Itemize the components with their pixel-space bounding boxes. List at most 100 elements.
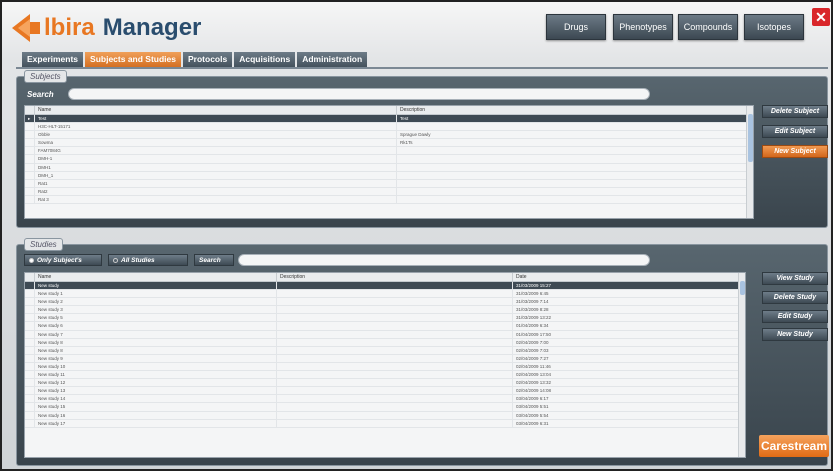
subjects-col-name[interactable]: Name (35, 106, 397, 114)
table-cell (277, 298, 513, 306)
table-row[interactable]: New study 7 01/04/2009 17:50 (25, 330, 745, 339)
tab-experiments[interactable]: Experiments (22, 52, 84, 67)
table-row[interactable]: Obble Sprague Dawly (25, 131, 753, 140)
table-cell: 31/03/2009 6:45 (513, 290, 739, 298)
row-header (25, 298, 35, 306)
table-row[interactable]: New study 8 02/04/2009 7:00 (25, 338, 745, 347)
table-row[interactable]: New study 1 31/03/2009 6:45 (25, 290, 745, 299)
table-cell: Test (35, 115, 397, 123)
subjects-col-description[interactable]: Description (397, 106, 747, 114)
table-row[interactable]: Sowma Rk1Ts (25, 139, 753, 148)
table-row[interactable]: New study 2 31/03/2009 7:14 (25, 298, 745, 307)
table-row[interactable]: H3C-HLT-15171 (25, 123, 753, 132)
table-row[interactable]: New study 11 02/04/2009 13:04 (25, 371, 745, 380)
drugs-button[interactable]: Drugs (546, 14, 606, 40)
table-row[interactable]: New study 17 03/04/2009 6:31 (25, 419, 745, 428)
table-cell: New study 11 (35, 371, 277, 379)
tab-subjects-and-studies[interactable]: Subjects and Studies (85, 52, 181, 67)
table-cell (397, 171, 747, 179)
studies-rows: New study 31/03/2009 15:27 New study 1 31/0… (25, 282, 745, 428)
studies-scroll-thumb[interactable] (740, 281, 745, 295)
table-cell: New study 2 (35, 298, 277, 306)
row-header (25, 187, 35, 195)
compounds-button[interactable]: Compounds (678, 14, 738, 40)
row-header (25, 403, 35, 411)
table-row[interactable]: Rat2 (25, 187, 753, 196)
delete-study-button[interactable]: Delete Study (762, 291, 828, 304)
table-cell: 02/04/2009 11:46 (513, 362, 739, 371)
table-row[interactable]: DMH_1 (25, 171, 753, 180)
table-cell (277, 387, 513, 395)
table-cell (277, 306, 513, 314)
table-row[interactable]: New study 3 31/03/2009 8:28 (25, 306, 745, 315)
table-row[interactable]: DMH-1 (25, 155, 753, 164)
table-row[interactable]: DMH1 (25, 163, 753, 172)
only-subjects-filter[interactable]: Only Subject's (24, 254, 102, 266)
row-header (25, 411, 35, 419)
table-cell: 03/04/2009 6:31 (513, 419, 739, 427)
subjects-scroll-thumb[interactable] (748, 114, 753, 162)
table-cell: New study 10 (35, 362, 277, 371)
table-cell: DMH-1 (35, 155, 397, 163)
table-row[interactable]: FAM7084G (25, 147, 753, 156)
studies-scrollbar[interactable] (738, 273, 745, 457)
table-row[interactable]: ▸ Test Test (25, 115, 753, 124)
table-cell: New study 7 (35, 330, 277, 338)
table-row[interactable]: New study 10 02/04/2009 11:46 (25, 362, 745, 372)
table-cell (277, 282, 513, 290)
table-row[interactable]: New study 16 03/04/2009 5:54 (25, 411, 745, 420)
table-cell (277, 371, 513, 379)
only-subjects-label: Only Subject's (37, 256, 82, 264)
close-icon[interactable]: ✕ (812, 8, 830, 26)
studies-col-name[interactable]: Name (35, 273, 277, 281)
table-row[interactable]: New study 5 31/03/2009 13:22 (25, 314, 745, 323)
table-row[interactable]: New study 13 02/04/2009 14:08 (25, 387, 745, 396)
studies-search-label-text: Search (199, 256, 221, 264)
row-header (25, 171, 35, 179)
row-header (25, 371, 35, 379)
all-studies-filter[interactable]: All Studies (108, 254, 188, 266)
table-row[interactable]: New study 14 03/04/2009 6:17 (25, 395, 745, 404)
studies-col-date[interactable]: Date (513, 273, 739, 281)
table-cell (277, 362, 513, 371)
table-cell (277, 395, 513, 403)
table-row[interactable]: New study 8 02/04/2009 7:03 (25, 346, 745, 355)
table-cell: Obble (35, 131, 397, 139)
isotopes-button[interactable]: Isotopes (744, 14, 804, 40)
view-study-button[interactable]: View Study (762, 272, 828, 285)
studies-grid-header: Name Description Date (25, 273, 745, 282)
table-cell (277, 322, 513, 330)
radio-selected-icon (29, 257, 34, 263)
delete-subject-button[interactable]: Delete Subject (762, 105, 828, 118)
radio-unselected-icon (113, 257, 118, 263)
row-header (25, 290, 35, 298)
studies-col-description[interactable]: Description (277, 273, 513, 281)
edit-study-button[interactable]: Edit Study (762, 310, 828, 323)
table-cell (277, 330, 513, 338)
row-header (25, 314, 35, 322)
table-cell (397, 163, 747, 171)
tab-administration[interactable]: Administration (297, 52, 368, 67)
table-cell: DMH1 (35, 163, 397, 171)
table-row[interactable]: New study 15 03/04/2009 5:51 (25, 403, 745, 412)
edit-subject-button[interactable]: Edit Subject (762, 125, 828, 138)
tab-acquisitions[interactable]: Acquisitions (234, 52, 296, 67)
logo-arrow-icon (8, 11, 42, 45)
new-study-button[interactable]: New Study (762, 328, 828, 341)
phenotypes-button[interactable]: Phenotypes (613, 14, 673, 40)
new-subject-button[interactable]: New Subject (762, 145, 828, 158)
table-row[interactable]: Rat1 (25, 179, 753, 188)
table-row[interactable]: New study 31/03/2009 15:27 (25, 282, 745, 291)
table-row[interactable]: New study 12 02/04/2009 13:32 (25, 379, 745, 388)
tab-protocols[interactable]: Protocols (183, 52, 233, 67)
subjects-rows: ▸ Test Test H3C-HLT-15171 Obble Sprague Dawly… (25, 115, 753, 205)
table-row[interactable]: New study 9 02/04/2009 7:27 (25, 354, 745, 363)
table-row[interactable]: Rat 3 (25, 195, 753, 205)
table-cell: 31/03/2009 8:28 (513, 306, 739, 314)
carestream-logo: Carestream (759, 435, 829, 457)
table-row[interactable]: New study 6 01/04/2009 6:34 (25, 322, 745, 331)
studies-search-input[interactable] (238, 254, 650, 266)
table-cell: New study 13 (35, 387, 277, 395)
subjects-scrollbar[interactable] (746, 106, 753, 218)
subjects-search-input[interactable] (68, 88, 650, 100)
